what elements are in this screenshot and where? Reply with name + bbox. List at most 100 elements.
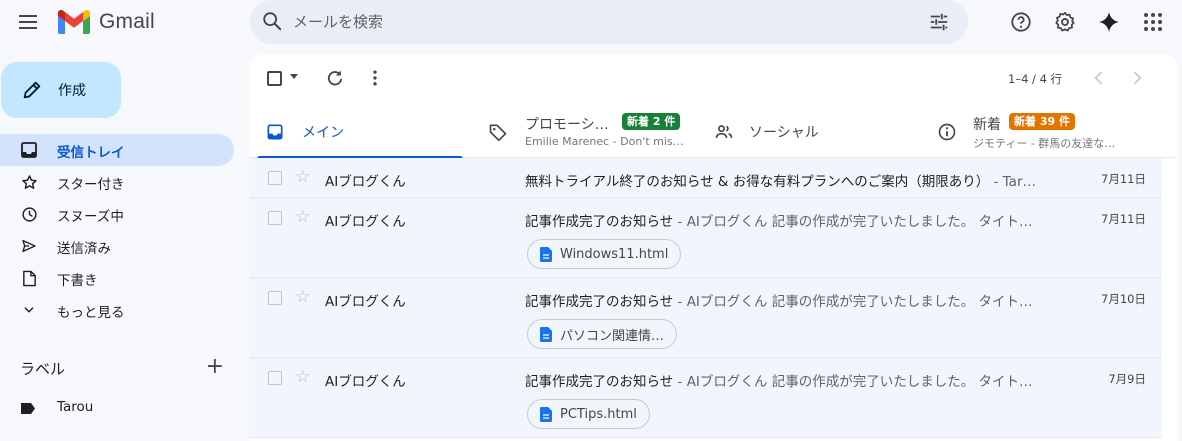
gemini-sparkle-icon[interactable] xyxy=(1096,9,1122,35)
sidebar-item-more[interactable]: もっと見る xyxy=(0,294,234,326)
attachment-chip[interactable]: Windows11.html xyxy=(527,239,682,269)
email-row[interactable]: ☆ AIブログくん 記事作成完了のお知らせ - AIブログくん 記事の作成が完了… xyxy=(249,358,1162,438)
sidebar-item-label: 送信済み xyxy=(57,241,111,257)
email-subject: 無料トライアル終了のお知らせ & お得な有料プランへのご案内（期限あり） xyxy=(525,174,990,190)
tab-updates[interactable]: 新着 新着 39 件 ジモティー - 群馬の友達な… xyxy=(935,104,1155,158)
tab-main[interactable]: メイン xyxy=(249,104,463,159)
tab-promotions[interactable]: プロモーシ… 新着 2 件 Emilie Marenec - Don't mis… xyxy=(479,104,689,158)
info-icon xyxy=(938,123,956,141)
star-icon[interactable]: ☆ xyxy=(295,168,310,186)
label-tag-icon xyxy=(20,400,36,419)
attachment-name: Windows11.html xyxy=(560,246,669,262)
attachment-chip[interactable]: PCTips.html xyxy=(527,399,650,429)
star-icon xyxy=(20,173,38,191)
tab-label: プロモーシ… xyxy=(525,117,609,133)
email-date: 7月11日 xyxy=(1101,172,1146,186)
email-list: ☆ AIブログくん 無料トライアル終了のお知らせ & お得な有料プランへのご案内… xyxy=(249,158,1162,438)
labels-title: ラベル xyxy=(20,360,66,378)
main-menu-button[interactable] xyxy=(13,8,43,36)
sidebar-item-label: スヌーズ中 xyxy=(57,209,124,225)
sidebar-item-label: もっと見る xyxy=(57,305,125,321)
email-row[interactable]: ☆ AIブログくん 記事作成完了のお知らせ - AIブログくん 記事の作成が完了… xyxy=(249,198,1162,278)
email-subject-line: 記事作成完了のお知らせ - AIブログくん 記事の作成が完了いたしました。 タイ… xyxy=(525,290,1055,310)
tab-preview: ジモティー - 群馬の友達な… xyxy=(973,137,1116,150)
sidebar-item-snoozed[interactable]: スヌーズ中 xyxy=(0,198,234,230)
row-checkbox[interactable] xyxy=(268,291,282,305)
draft-icon xyxy=(20,269,38,287)
email-snippet: - AIブログくん 記事の作成が完了いたしました。 タイト… xyxy=(673,374,1033,390)
labels-header: ラベル + xyxy=(20,356,230,380)
compose-button[interactable]: 作成 xyxy=(1,62,121,118)
mail-toolbar: 1–4 / 4 行 xyxy=(249,54,1178,102)
email-date: 7月9日 xyxy=(1108,372,1146,386)
pagination-info: 1–4 / 4 行 xyxy=(1008,72,1063,86)
row-checkbox[interactable] xyxy=(268,211,282,225)
email-snippet: - AIブログくん 記事の作成が完了いたしました。 タイト… xyxy=(673,214,1033,230)
help-icon[interactable] xyxy=(1008,9,1034,35)
document-icon xyxy=(540,247,552,262)
email-sender: AIブログくん xyxy=(325,174,406,190)
compose-label: 作成 xyxy=(58,83,86,99)
document-icon xyxy=(540,407,552,422)
tab-social[interactable]: ソーシャル xyxy=(705,104,915,158)
email-row[interactable]: ☆ AIブログくん 無料トライアル終了のお知らせ & お得な有料プランへのご案内… xyxy=(249,158,1162,198)
sidebar-item-starred[interactable]: スター付き xyxy=(0,166,234,198)
sidebar-item-sent[interactable]: 送信済み xyxy=(0,230,234,262)
settings-gear-icon[interactable] xyxy=(1052,9,1078,35)
refresh-icon[interactable] xyxy=(325,68,345,88)
email-date: 7月11日 xyxy=(1101,212,1146,226)
new-count-badge: 新着 2 件 xyxy=(622,113,681,130)
tab-label: 新着 xyxy=(973,117,1001,133)
attachment-name: PCTips.html xyxy=(560,406,637,422)
email-snippet: - AIブログくん 記事の作成が完了いたしました。 タイト… xyxy=(673,294,1033,310)
sidebar-item-drafts[interactable]: 下書き xyxy=(0,262,234,294)
email-subject: 記事作成完了のお知らせ xyxy=(525,294,674,310)
search-options-icon[interactable] xyxy=(928,11,950,33)
star-icon[interactable]: ☆ xyxy=(295,368,310,386)
more-vertical-icon[interactable] xyxy=(365,68,385,88)
tag-icon xyxy=(489,124,507,142)
search-bar xyxy=(250,0,968,44)
label-name: Tarou xyxy=(57,399,94,415)
people-icon xyxy=(715,125,733,138)
document-icon xyxy=(540,327,552,342)
tab-label: メイン xyxy=(302,125,344,141)
app-name: Gmail xyxy=(99,10,155,33)
chevron-right-icon[interactable] xyxy=(1127,68,1147,88)
add-label-plus-icon[interactable]: + xyxy=(206,356,224,378)
chevron-left-icon[interactable] xyxy=(1089,68,1109,88)
email-subject: 記事作成完了のお知らせ xyxy=(525,374,674,390)
sidebar-item-label: スター付き xyxy=(57,177,125,193)
email-date: 7月10日 xyxy=(1101,292,1146,306)
attachment-name: パソコン関連情… xyxy=(560,328,665,344)
gmail-logo[interactable]: Gmail xyxy=(58,10,155,34)
inbox-icon xyxy=(20,141,38,159)
category-tabs: メイン プロモーシ… 新着 2 件 Emilie Marenec - Don't… xyxy=(249,104,1178,159)
email-row[interactable]: ☆ AIブログくん 記事作成完了のお知らせ - AIブログくん 記事の作成が完了… xyxy=(249,278,1162,358)
new-count-badge: 新着 39 件 xyxy=(1009,113,1075,130)
email-subject-line: 記事作成完了のお知らせ - AIブログくん 記事の作成が完了いたしました。 タイ… xyxy=(525,370,1055,390)
top-bar: Gmail xyxy=(0,0,1182,44)
select-dropdown-caret-icon[interactable] xyxy=(290,74,298,79)
row-checkbox[interactable] xyxy=(268,171,282,185)
star-icon[interactable]: ☆ xyxy=(295,208,310,226)
sidebar-nav: 受信トレイ スター付き スヌーズ中 送信済み 下書き もっと見る xyxy=(0,134,234,326)
email-sender: AIブログくん xyxy=(325,294,406,310)
search-input[interactable] xyxy=(293,9,893,35)
send-icon xyxy=(20,237,38,255)
search-icon[interactable] xyxy=(261,10,283,32)
email-sender: AIブログくん xyxy=(325,374,406,390)
star-icon[interactable]: ☆ xyxy=(295,288,310,306)
row-checkbox[interactable] xyxy=(268,371,282,385)
sidebar-item-inbox[interactable]: 受信トレイ xyxy=(0,134,234,166)
apps-grid-icon[interactable] xyxy=(1140,9,1166,35)
pencil-icon xyxy=(23,81,41,99)
select-all-checkbox[interactable] xyxy=(267,71,282,86)
clock-icon xyxy=(20,205,38,223)
attachment-chip[interactable]: パソコン関連情… xyxy=(527,319,678,349)
sidebar-item-label: 下書き xyxy=(57,273,98,289)
email-snippet: - Tar… xyxy=(989,174,1037,190)
label-item-tarou[interactable]: Tarou xyxy=(0,394,234,420)
email-subject-line: 記事作成完了のお知らせ - AIブログくん 記事の作成が完了いたしました。 タイ… xyxy=(525,210,1055,230)
email-subject-line: 無料トライアル終了のお知らせ & お得な有料プランへのご案内（期限あり） - T… xyxy=(525,170,1055,190)
